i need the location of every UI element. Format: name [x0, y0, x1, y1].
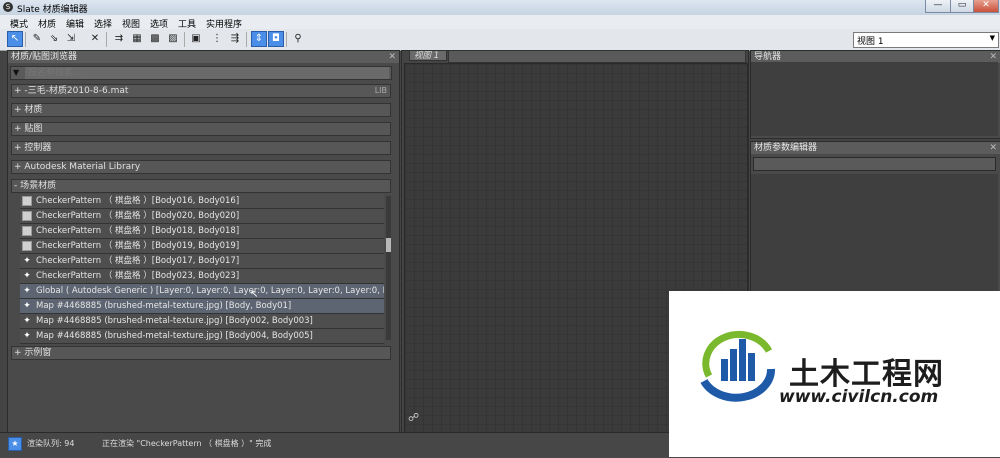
background-icon[interactable]: ▨	[166, 32, 180, 46]
map-icon: ✦	[23, 271, 31, 281]
list-item[interactable]: CheckerPattern （ 棋盘格 ）[Body019, Body019]	[20, 239, 384, 254]
swatch-icon	[22, 196, 32, 206]
map-icon: ✦	[23, 316, 31, 326]
navigator-view[interactable]	[751, 62, 998, 136]
group-maps[interactable]: + 贴图	[11, 122, 391, 136]
tab-view-1[interactable]: 视图 1	[409, 50, 447, 61]
watermark: 土木工程网 www.civilcn.com	[669, 291, 1000, 457]
search-input[interactable]	[25, 67, 389, 79]
toolbar-separator	[25, 32, 26, 47]
close-icon[interactable]: ✕	[989, 142, 997, 154]
close-button[interactable]: ✕	[973, 0, 999, 13]
group-materials[interactable]: + 材质	[11, 103, 391, 117]
layout-horizontal-icon[interactable]: ⇶	[228, 32, 242, 46]
search-icon[interactable]: ⚲	[291, 32, 305, 46]
list-item[interactable]: ✦ Map #4468885 (brushed-metal-texture.jp…	[20, 329, 384, 344]
list-item[interactable]: ✦ Map #4468885 (brushed-metal-texture.jp…	[20, 299, 384, 314]
view-tab-strip	[448, 50, 746, 63]
group-sample-slots[interactable]: + 示例窗	[11, 346, 391, 360]
status-message: 正在渲染 "CheckerPattern （ 棋盘格 ）" 完成	[102, 439, 272, 448]
search-bar: ▼	[10, 66, 392, 80]
window-title: Slate 材质编辑器	[17, 5, 88, 15]
group-autodesk-library[interactable]: + Autodesk Material Library	[11, 160, 391, 174]
move-children-icon[interactable]: ⇉	[112, 32, 126, 46]
title-bar: S Slate 材质编辑器 — ▭ ✕	[0, 0, 1000, 15]
navigator-toggle-icon[interactable]: ⇕	[251, 31, 267, 47]
toolbar-separator	[246, 32, 247, 47]
list-item[interactable]: ✦ CheckerPattern （ 棋盘格 ）[Body023, Body02…	[20, 269, 384, 284]
render-queue-text: 渲染队列: 94	[27, 439, 75, 448]
list-item[interactable]: CheckerPattern （ 棋盘格 ）[Body018, Body018]	[20, 224, 384, 239]
layout-vertical-icon[interactable]: ⋮	[210, 32, 224, 46]
close-icon[interactable]: ✕	[388, 51, 396, 63]
group-scene-materials[interactable]: - 场景材质	[11, 179, 391, 193]
toolbar-separator	[286, 32, 287, 47]
swatch-icon	[22, 226, 32, 236]
binoculars-icon[interactable]: ☍	[408, 411, 419, 424]
sample-slot-icon[interactable]: ▣	[189, 32, 203, 46]
group-library[interactable]: + -三毛-材质2010-8-6.mat LIB	[11, 84, 391, 98]
mouse-cursor-icon: ↖	[250, 289, 259, 300]
app-logo-icon: S	[3, 2, 13, 12]
toolbar-separator	[106, 32, 107, 47]
list-item[interactable]: ✦ CheckerPattern （ 棋盘格 ）[Body017, Body01…	[20, 254, 384, 269]
list-item[interactable]: CheckerPattern （ 棋盘格 ）[Body016, Body016]	[20, 194, 384, 209]
view-select-value: 视图 1	[857, 37, 884, 47]
menu-bar: 模式 材质 编辑 选择 视图 选项 工具 实用程序	[0, 15, 1000, 30]
map-icon: ✦	[23, 256, 31, 266]
material-param-name-field[interactable]	[753, 157, 996, 171]
minimize-button[interactable]: —	[925, 0, 951, 13]
assign-material-icon[interactable]: ⇲	[64, 32, 78, 46]
toolbar: ↖ ✎ ⇘ ⇲ ✕ ⇉ ▦ ▩ ▨ ▣ ⋮ ⇶ ⇕ ◘ ⚲ 视图 1 ▼	[0, 29, 1000, 51]
list-item[interactable]: ✦ Global ( Autodesk Generic ) [Layer:0, …	[20, 284, 384, 299]
map-icon: ✦	[23, 286, 31, 296]
chevron-down-icon: ▼	[989, 34, 995, 42]
material-id-icon[interactable]: ▦	[130, 32, 144, 46]
swatch-icon	[22, 211, 32, 221]
watermark-url: www.civilcn.com	[779, 387, 939, 407]
maximize-button[interactable]: ▭	[950, 0, 974, 13]
material-param-header: 材质参数编辑器 ✕	[751, 142, 1000, 154]
show-map-icon[interactable]: ▩	[148, 32, 162, 46]
pick-material-icon[interactable]: ✎	[30, 32, 44, 46]
map-icon: ✦	[23, 331, 31, 341]
list-scrollbar[interactable]	[386, 196, 391, 340]
delete-icon[interactable]: ✕	[88, 32, 102, 46]
material-browser-header: 材质/贴图浏览器 ✕	[8, 51, 399, 63]
put-to-scene-icon[interactable]: ⇘	[47, 32, 61, 46]
list-item[interactable]: CheckerPattern （ 棋盘格 ）[Body020, Body020]	[20, 209, 384, 224]
view-select[interactable]: 视图 1 ▼	[853, 32, 999, 48]
render-queue-icon[interactable]: ★	[8, 437, 22, 451]
toolbar-separator	[184, 32, 185, 47]
map-icon: ✦	[23, 301, 31, 311]
watermark-logo-icon	[700, 330, 776, 402]
list-scrollbar-thumb[interactable]	[386, 238, 391, 252]
group-controllers[interactable]: + 控制器	[11, 141, 391, 155]
material-param-title: 材质参数编辑器	[754, 143, 818, 153]
swatch-icon	[22, 241, 32, 251]
navigator-title: 导航器	[754, 52, 782, 62]
list-item[interactable]: ✦ Map #4468885 (brushed-metal-texture.jp…	[20, 314, 384, 329]
material-browser-title: 材质/贴图浏览器	[11, 52, 78, 62]
param-editor-toggle-icon[interactable]: ◘	[268, 31, 284, 47]
select-tool-icon[interactable]: ↖	[7, 31, 23, 47]
search-options-icon[interactable]: ▼	[13, 68, 19, 77]
